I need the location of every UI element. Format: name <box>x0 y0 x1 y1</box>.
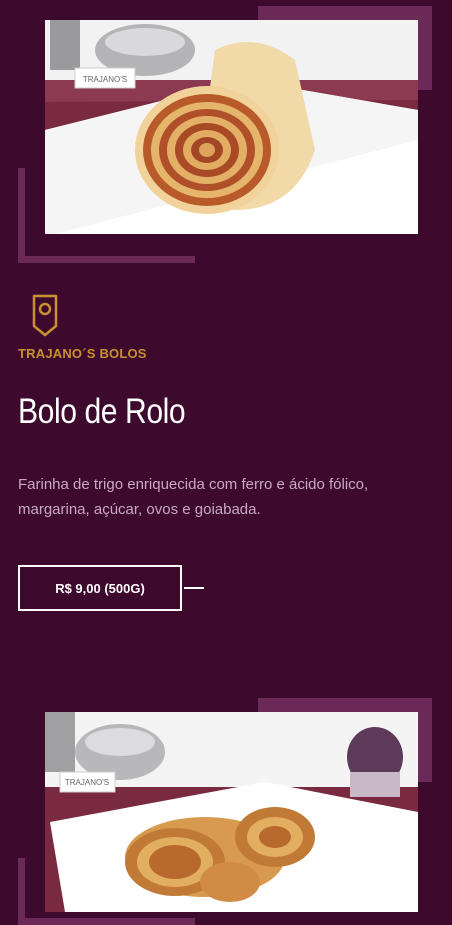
product-image-block: TRAJANO'S <box>18 0 434 263</box>
photo-label: TRAJANO'S <box>83 75 127 84</box>
price-button[interactable]: R$ 9,00 (500G) <box>18 565 182 611</box>
brand-name: TRAJANO´S BOLOS <box>18 346 147 361</box>
product-photo[interactable]: TRAJANO'S <box>45 20 418 234</box>
product-description: Farinha de trigo enriquecida com ferro e… <box>18 476 369 518</box>
map-pin-icon <box>30 292 60 338</box>
photo-label: TRAJANO'S <box>65 778 109 787</box>
price-connector-line <box>184 587 204 589</box>
next-product-photo[interactable]: TRAJANO'S <box>45 712 418 912</box>
product-title: Bolo de Rolo <box>18 392 186 431</box>
next-product-image-block: TRAJANO'S <box>18 698 434 925</box>
